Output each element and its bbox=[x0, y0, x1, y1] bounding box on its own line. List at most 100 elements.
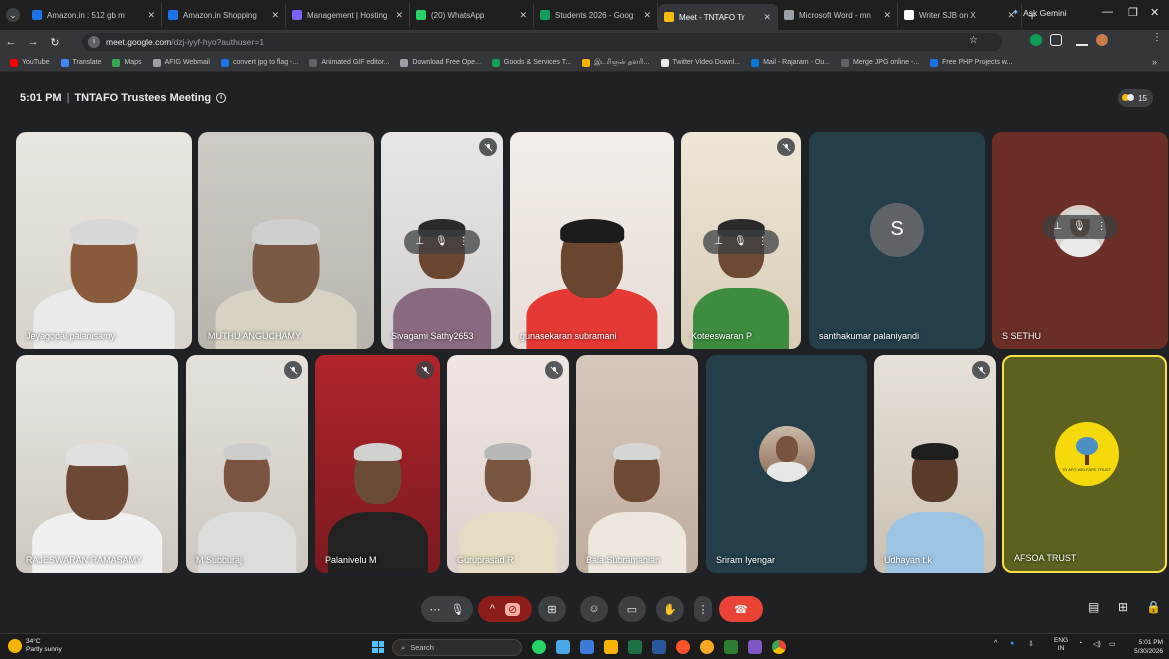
browser-tab[interactable]: Writer SJB on X ✕ bbox=[898, 3, 1022, 27]
bookmark-item[interactable]: Twitter Video Downl... bbox=[660, 58, 740, 67]
tray-overflow-icon[interactable]: ^ bbox=[994, 640, 997, 647]
reload-button[interactable]: ↻ bbox=[44, 36, 66, 49]
folder-taskbar-icon[interactable] bbox=[604, 640, 618, 654]
extensions-puzzle-icon[interactable] bbox=[1050, 34, 1062, 46]
leave-call-button[interactable]: ☎ bbox=[719, 596, 763, 622]
microphone-control[interactable]: ⋯ 🎙 bbox=[421, 596, 473, 622]
raise-hand-button[interactable]: ✋ bbox=[656, 596, 684, 622]
participant-tile[interactable]: Guruprasad R bbox=[447, 355, 569, 573]
participant-tile[interactable]: Ssanthakumar palaniyandi bbox=[809, 132, 985, 349]
bookmark-item[interactable]: Animated GIF editor... bbox=[309, 58, 389, 67]
back-button[interactable]: ← bbox=[0, 36, 22, 48]
people-taskbar-icon[interactable] bbox=[556, 640, 570, 654]
close-tab-icon[interactable]: ✕ bbox=[147, 10, 155, 21]
more-vertical-icon[interactable]: ⋮ bbox=[758, 236, 768, 247]
bookmark-item[interactable]: Goods & Services T... bbox=[491, 58, 571, 67]
participant-tile[interactable]: gunasekaran subramani bbox=[510, 132, 674, 349]
visual-studio-taskbar-icon[interactable] bbox=[748, 640, 762, 654]
participant-tile[interactable]: MUTHU ANGUCHAMY bbox=[198, 132, 374, 349]
excel-taskbar-icon[interactable] bbox=[628, 640, 642, 654]
tab-search-button[interactable]: ⌄ bbox=[0, 0, 26, 30]
volume-icon[interactable]: ◁) bbox=[1093, 640, 1101, 648]
taskbar-clock[interactable]: 5:01 PM 5/30/2026 bbox=[1134, 638, 1163, 656]
wifi-icon[interactable]: ◔ bbox=[1078, 640, 1082, 647]
browser-tab[interactable]: Amazon.in Shopping ✕ bbox=[162, 3, 286, 27]
weather-widget[interactable]: 34°C Partly sunny bbox=[8, 638, 62, 654]
participant-tile[interactable]: Bala Subramanian bbox=[576, 355, 698, 573]
browser-tab[interactable]: Amazon.in : 512 gb m ✕ bbox=[26, 3, 162, 27]
word-taskbar-icon[interactable] bbox=[652, 640, 666, 654]
close-tab-icon[interactable]: ✕ bbox=[763, 12, 771, 23]
extension-icon[interactable] bbox=[1030, 34, 1042, 46]
close-tab-icon[interactable]: ✕ bbox=[519, 10, 527, 21]
download-icon[interactable] bbox=[1076, 34, 1088, 46]
pin-icon[interactable]: ⊥ bbox=[714, 236, 723, 247]
bookmark-item[interactable]: Mail - Rajaram - Ou... bbox=[751, 58, 830, 67]
close-tab-icon[interactable]: ✕ bbox=[883, 10, 891, 21]
camera-control[interactable]: ^ ⊘ bbox=[478, 596, 532, 622]
browser-tab[interactable]: Microsoft Word - mn ✕ bbox=[778, 3, 898, 27]
chat-icon[interactable]: ▤ bbox=[1088, 600, 1099, 614]
host-controls-icon[interactable]: 🔒 bbox=[1146, 600, 1161, 614]
bookmark-item[interactable]: YouTube bbox=[10, 58, 50, 67]
brave-taskbar-icon[interactable] bbox=[676, 640, 690, 654]
battery-icon[interactable]: ▭ bbox=[1109, 640, 1116, 648]
participant-tile[interactable]: ⊥ 🎙 ⋮ S SETHU bbox=[992, 132, 1168, 349]
taskbar-search[interactable]: ⌕ Search bbox=[392, 639, 522, 656]
browser-tab[interactable]: Management | Hosting ✕ bbox=[286, 3, 410, 27]
bookmark-item[interactable]: Translate bbox=[60, 58, 101, 67]
browser-tab[interactable]: Meet - TNTAFO Tr ✕ bbox=[658, 4, 778, 30]
pin-icon[interactable]: ⊥ bbox=[415, 236, 424, 247]
minimize-button[interactable]: — bbox=[1102, 6, 1113, 18]
activities-icon[interactable]: ⊞ bbox=[1118, 600, 1128, 614]
participants-button[interactable]: 15 bbox=[1118, 89, 1153, 107]
more-bookmarks-button[interactable]: » bbox=[1152, 57, 1157, 67]
participant-tile[interactable]: M Subburaj bbox=[186, 355, 308, 573]
url-field[interactable]: i meet.google.com /dzj-iyyf-hyo?authuser… bbox=[82, 33, 1002, 51]
app-taskbar-icon[interactable] bbox=[700, 640, 714, 654]
mute-icon[interactable]: 🎙 bbox=[435, 236, 448, 247]
chrome-taskbar-icon[interactable] bbox=[772, 640, 786, 654]
close-tab-icon[interactable]: ✕ bbox=[643, 10, 651, 21]
tray-app-icon[interactable]: ● bbox=[1010, 640, 1014, 647]
browser-tab[interactable]: (20) WhatsApp ✕ bbox=[410, 3, 534, 27]
participant-tile[interactable]: Sriram Iyengar bbox=[706, 355, 867, 573]
participant-tile[interactable]: TN AFO WELFARE TRUST AFSOA TRUST bbox=[1002, 355, 1167, 573]
notepad-taskbar-icon[interactable] bbox=[724, 640, 738, 654]
maximize-button[interactable]: ❐ bbox=[1128, 6, 1138, 19]
whatsapp-taskbar-icon[interactable] bbox=[532, 640, 546, 654]
site-info-icon[interactable]: i bbox=[88, 36, 100, 48]
bookmark-item[interactable]: convert jpg to flag -... bbox=[220, 58, 298, 67]
participant-tile[interactable]: Palanivelu M bbox=[315, 355, 440, 573]
bookmark-item[interactable]: Free PHP Projects w... bbox=[930, 58, 1012, 67]
present-screen-button[interactable]: ⊞ bbox=[538, 596, 566, 622]
participant-tile[interactable]: Udhayan t.k bbox=[874, 355, 996, 573]
participant-tile[interactable]: ⊥ 🎙 ⋮ Sivagami Sathy2653 bbox=[381, 132, 503, 349]
more-vertical-icon[interactable]: ⋮ bbox=[459, 236, 469, 247]
start-button[interactable] bbox=[372, 641, 384, 653]
usb-icon[interactable]: ⇩ bbox=[1028, 640, 1034, 648]
bookmark-item[interactable]: Download Free Ope... bbox=[400, 58, 481, 67]
bookmark-item[interactable]: இடரிஞன் தளரி... bbox=[582, 58, 650, 67]
close-tab-icon[interactable]: ✕ bbox=[271, 10, 279, 21]
browser-tab[interactable]: Students 2026 - Goog ✕ bbox=[534, 3, 658, 27]
file-explorer-taskbar-icon[interactable] bbox=[580, 640, 594, 654]
reactions-button[interactable]: ☺ bbox=[580, 596, 608, 622]
pin-icon[interactable]: ⊥ bbox=[1053, 221, 1062, 232]
participant-tile[interactable]: RAJESWARAN RAMASAMY bbox=[16, 355, 178, 573]
ask-gemini-button[interactable]: ✦ Ask Gemini bbox=[1012, 7, 1067, 18]
captions-button[interactable]: ▭ bbox=[618, 596, 646, 622]
bookmark-star-icon[interactable]: ☆ bbox=[969, 35, 978, 46]
participant-tile[interactable]: ⊥ 🎙 ⋮ Koteeswaran P bbox=[681, 132, 801, 349]
more-vertical-icon[interactable]: ⋮ bbox=[1097, 221, 1107, 232]
mute-icon[interactable]: 🎙 bbox=[734, 236, 747, 247]
bookmark-item[interactable]: AFIG Webmail bbox=[152, 58, 210, 67]
profile-avatar[interactable] bbox=[1096, 34, 1108, 46]
mute-icon[interactable]: 🎙 bbox=[1073, 221, 1086, 232]
bookmark-item[interactable]: Maps bbox=[112, 58, 142, 67]
close-window-button[interactable]: ✕ bbox=[1150, 6, 1159, 19]
browser-menu-icon[interactable]: ⋮ bbox=[1152, 32, 1164, 44]
info-icon[interactable]: i bbox=[216, 93, 227, 103]
forward-button[interactable]: → bbox=[22, 36, 44, 48]
close-tab-icon[interactable]: ✕ bbox=[395, 10, 403, 21]
